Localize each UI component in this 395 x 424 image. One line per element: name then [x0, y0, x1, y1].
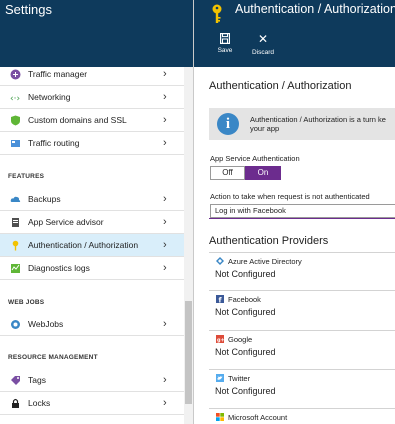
cloud-icon: [10, 196, 21, 202]
key-icon: [212, 4, 222, 23]
menu-item-label: Diagnostics logs: [28, 263, 90, 273]
menu-item-diagnostics-logs[interactable]: Diagnostics logs ›: [0, 257, 184, 280]
menu-item-traffic-routing[interactable]: Traffic routing ›: [0, 132, 184, 155]
chevron-right-icon: ›: [163, 68, 167, 80]
chevron-right-icon: ›: [163, 239, 167, 251]
provider-twitter[interactable]: Twitter Not Configured: [209, 369, 395, 406]
chevron-right-icon: ›: [163, 137, 167, 149]
menu-item-authentication[interactable]: Authentication / Authorization ›: [0, 234, 184, 257]
provider-azure-active-directory[interactable]: Azure Active Directory Not Configured: [209, 252, 395, 289]
menu-item-traffic-manager[interactable]: Traffic manager ›: [0, 63, 184, 86]
chevron-right-icon: ›: [163, 91, 167, 103]
menu-item-label: Locks: [28, 398, 51, 408]
save-button-label: Save: [217, 47, 233, 54]
menu-item-label: Custom domains and SSL: [28, 115, 127, 125]
blade-title: Authentication / Authorization: [235, 2, 395, 16]
provider-name: Microsoft Account: [228, 413, 288, 422]
menu-item-label: Authentication / Authorization: [28, 240, 139, 250]
twitter-icon: [216, 374, 224, 382]
traffic-routing-icon: [11, 140, 20, 147]
diagnostics-icon: [11, 264, 20, 273]
chevron-right-icon: ›: [163, 318, 167, 330]
close-icon: ✕: [257, 32, 269, 46]
menu-item-tags[interactable]: Tags ›: [0, 369, 184, 392]
provider-status: Not Configured: [215, 307, 276, 317]
sidebar-scrollbar-thumb[interactable]: [185, 301, 192, 404]
menu-item-label: Traffic manager: [28, 69, 88, 79]
azure-ad-icon: [216, 257, 224, 265]
provider-name: Twitter: [228, 374, 251, 383]
menu-item-webjobs[interactable]: WebJobs ›: [0, 313, 184, 336]
menu-item-locks[interactable]: Locks ›: [0, 392, 184, 415]
settings-panel: Settings Traffic manager › ‹·› Networkin…: [0, 0, 193, 424]
menu-item-label: Backups: [28, 194, 61, 204]
section-web-jobs: WEB JOBS: [8, 299, 45, 306]
select-underline: [209, 218, 395, 219]
webjobs-icon: [11, 320, 20, 329]
discard-button[interactable]: ✕ Discard: [246, 32, 280, 62]
menu-item-label: Tags: [28, 375, 46, 385]
page-title: Authentication / Authorization: [209, 80, 352, 92]
chevron-right-icon: ›: [163, 262, 167, 274]
microsoft-icon: [216, 413, 224, 421]
chevron-right-icon: ›: [163, 193, 167, 205]
menu-item-partial[interactable]: [0, 415, 184, 424]
networking-icon: ‹·›: [10, 94, 20, 103]
menu-item-label: WebJobs: [28, 319, 64, 329]
shield-icon: [11, 115, 20, 126]
menu-item-label: App Service advisor: [28, 217, 104, 227]
settings-header: Settings: [0, 0, 193, 67]
section-resource-management: RESOURCE MANAGEMENT: [8, 354, 98, 361]
settings-title: Settings: [5, 2, 52, 17]
info-icon: i: [217, 113, 239, 135]
provider-status: Not Configured: [215, 269, 276, 279]
action-select[interactable]: Log in with Facebook: [210, 204, 395, 218]
provider-name: Google: [228, 335, 253, 344]
provider-microsoft-account[interactable]: Microsoft Account: [209, 408, 395, 424]
svg-text:g+: g+: [217, 338, 224, 344]
providers-heading: Authentication Providers: [209, 235, 329, 247]
menu-item-label: Networking: [28, 92, 71, 102]
menu-item-label: Traffic routing: [28, 138, 80, 148]
auth-toggle-off[interactable]: Off: [210, 166, 245, 180]
chevron-right-icon: ›: [163, 216, 167, 228]
provider-google[interactable]: g+ Google Not Configured: [209, 330, 395, 367]
menu-item-custom-domains[interactable]: Custom domains and SSL ›: [0, 109, 184, 132]
auth-toggle-on[interactable]: On: [245, 166, 281, 180]
info-text-line-1: Authentication / Authorization is a turn…: [250, 115, 386, 124]
provider-status: Not Configured: [215, 347, 276, 357]
save-button[interactable]: Save: [208, 32, 242, 62]
facebook-icon: f: [216, 295, 224, 303]
app-service-auth-label: App Service Authentication: [210, 154, 300, 163]
google-icon: g+: [216, 335, 224, 343]
menu-item-app-service-advisor[interactable]: App Service advisor ›: [0, 211, 184, 234]
chevron-right-icon: ›: [163, 397, 167, 409]
info-banner-text: Authentication / Authorization is a turn…: [250, 115, 395, 133]
info-text-line-2: your app: [250, 124, 280, 133]
svg-text:‹·›: ‹·›: [10, 94, 20, 103]
tag-icon: [11, 376, 20, 385]
menu-item-backups[interactable]: Backups ›: [0, 188, 184, 211]
section-features: FEATURES: [8, 173, 45, 180]
provider-status: Not Configured: [215, 386, 276, 396]
discard-button-label: Discard: [251, 49, 275, 56]
key-icon: [12, 240, 19, 251]
chevron-right-icon: ›: [163, 114, 167, 126]
provider-name: Azure Active Directory: [228, 257, 302, 266]
save-icon: [220, 33, 230, 44]
lock-icon: [12, 398, 19, 408]
provider-name: Facebook: [228, 295, 261, 304]
provider-facebook[interactable]: f Facebook Not Configured: [209, 290, 395, 327]
advisor-icon: [12, 218, 19, 227]
menu-item-networking[interactable]: ‹·› Networking ›: [0, 86, 184, 109]
traffic-manager-icon: [10, 69, 21, 80]
chevron-right-icon: ›: [163, 374, 167, 386]
action-label: Action to take when request is not authe…: [210, 192, 370, 201]
